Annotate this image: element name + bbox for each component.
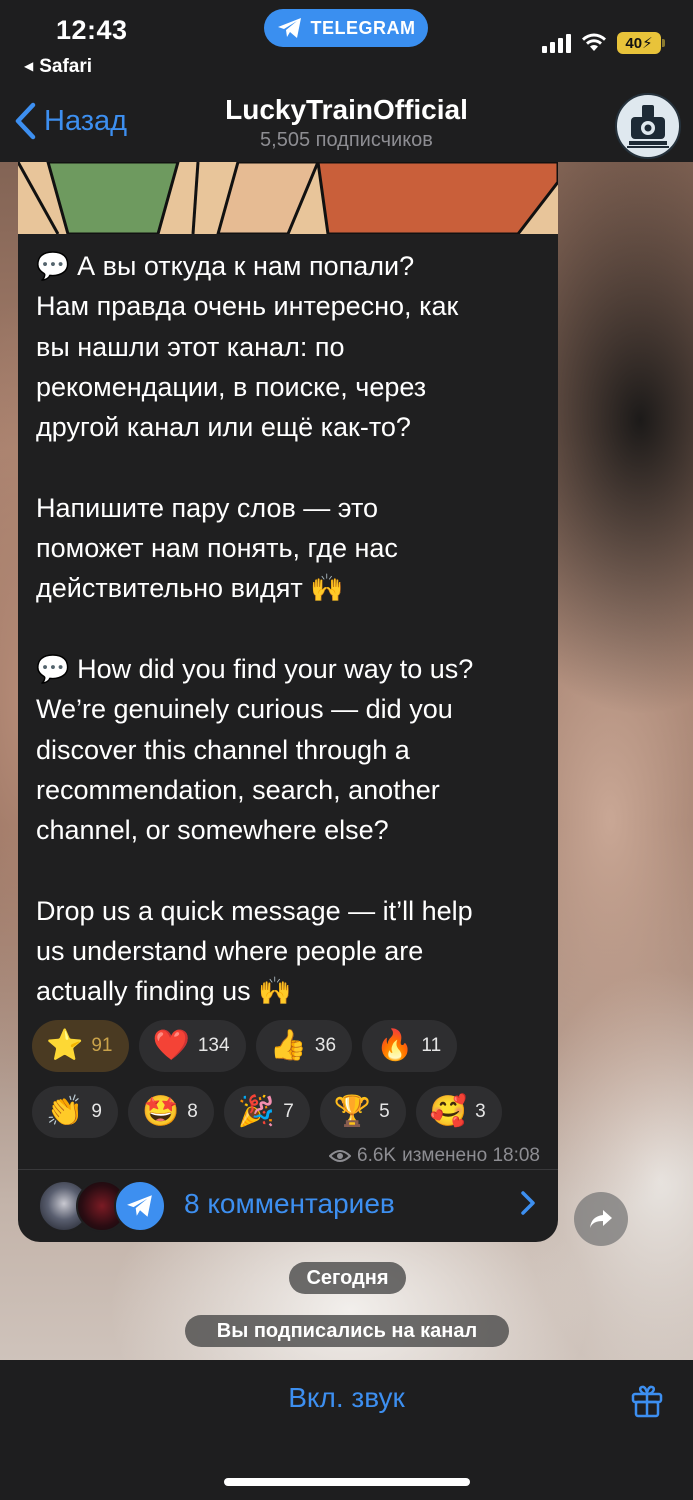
bottom-bar: Вкл. звук [0,1360,693,1500]
smiling-hearts-icon: 🥰 [429,1095,468,1128]
reaction-count: 134 [197,1035,230,1056]
reaction-clap[interactable]: 👏 9 [32,1086,118,1138]
reactions-row-1: ⭐ 91 ❤️ 134 👍 36 🔥 11 [32,1020,552,1072]
date-separator: Сегодня [289,1262,406,1294]
post-text: 💬 А вы откуда к нам попали? Нам правда о… [36,251,474,1007]
back-to-app-link[interactable]: ◀ Safari [24,56,92,78]
heart-icon: ❤️ [152,1029,190,1062]
avatar [114,1180,166,1232]
reactions-row-2: 👏 9 🤩 8 🎉 7 🏆 5 🥰 3 [32,1086,552,1138]
eye-icon [329,1150,351,1162]
reaction-count: 9 [91,1101,102,1122]
reaction-party[interactable]: 🎉 7 [223,1086,310,1138]
star-struck-icon: 🤩 [141,1095,180,1128]
comments-label: 8 комментариев [184,1188,395,1219]
system-icons: 40 ⚡ [542,32,665,54]
edited-time: изменено 18:08 [402,1145,540,1166]
channel-post[interactable]: 💬 А вы откуда к нам попали? Нам правда о… [18,162,558,1242]
reaction-count: 36 [314,1035,337,1056]
party-popper-icon: 🎉 [237,1095,276,1128]
subscriber-count: 5,505 подписчиков [260,129,433,151]
fire-icon: 🔥 [376,1029,414,1062]
status-bar: 12:43 ◀ Safari TELEGRAM 40 ⚡ [0,0,693,90]
reaction-count: 11 [421,1035,442,1056]
train-logo-icon [619,97,677,155]
post-image-illustration [18,162,558,234]
unmute-button[interactable]: Вкл. звук [0,1382,693,1414]
view-count: 6.6K [357,1145,397,1166]
channel-title[interactable]: LuckyTrainOfficial [0,94,693,126]
battery-level: 40 [625,34,643,52]
star-icon: ⭐ [46,1029,84,1062]
reaction-smiling-hearts[interactable]: 🥰 3 [415,1086,502,1138]
commenter-avatars [38,1180,168,1234]
reaction-star[interactable]: ⭐ 91 [32,1020,129,1072]
post-image[interactable] [18,162,558,234]
paper-plane-icon [277,18,301,38]
reaction-trophy[interactable]: 🏆 5 [319,1086,406,1138]
thumbs-up-icon: 👍 [269,1029,307,1062]
telegram-icon [127,1195,152,1217]
back-app-label: Safari [39,56,93,77]
chat-header: Назад LuckyTrainOfficial 5,505 подписчик… [0,90,693,162]
telegram-pill[interactable]: TELEGRAM [264,9,428,47]
battery-icon: 40 ⚡ [617,32,665,54]
reaction-count: 7 [283,1101,294,1122]
wifi-icon [582,33,606,51]
reaction-star-struck[interactable]: 🤩 8 [127,1086,214,1138]
home-indicator[interactable] [224,1478,470,1486]
comments-button[interactable]: 8 комментариев [18,1170,558,1242]
status-time: 12:43 [56,15,128,45]
clap-icon: 👏 [46,1095,84,1128]
trophy-icon: 🏆 [333,1095,372,1128]
post-meta: 6.6K изменено 18:08 [329,1145,540,1167]
reaction-count: 91 [91,1035,113,1056]
channel-avatar[interactable] [615,93,681,159]
reaction-count: 3 [475,1101,486,1122]
reaction-fire[interactable]: 🔥 11 [362,1020,458,1072]
reaction-count: 8 [187,1101,198,1122]
chevron-right-icon [521,1191,535,1215]
gift-icon[interactable] [631,1384,663,1418]
reaction-count: 5 [379,1101,390,1122]
telegram-pill-label: TELEGRAM [310,17,416,38]
forward-arrow-icon [590,1210,612,1228]
share-button[interactable] [574,1192,628,1246]
joined-channel-notice: Вы подписались на канал [185,1315,509,1347]
signal-icon [542,33,571,53]
back-triangle-icon: ◀ [24,59,34,73]
reaction-heart[interactable]: ❤️ 134 [138,1020,246,1072]
reaction-thumbs-up[interactable]: 👍 36 [255,1020,353,1072]
reactions-bar: ⭐ 91 ❤️ 134 👍 36 🔥 11 👏 9 🤩 8 🎉 7 🏆 5 🥰 … [32,1020,552,1152]
